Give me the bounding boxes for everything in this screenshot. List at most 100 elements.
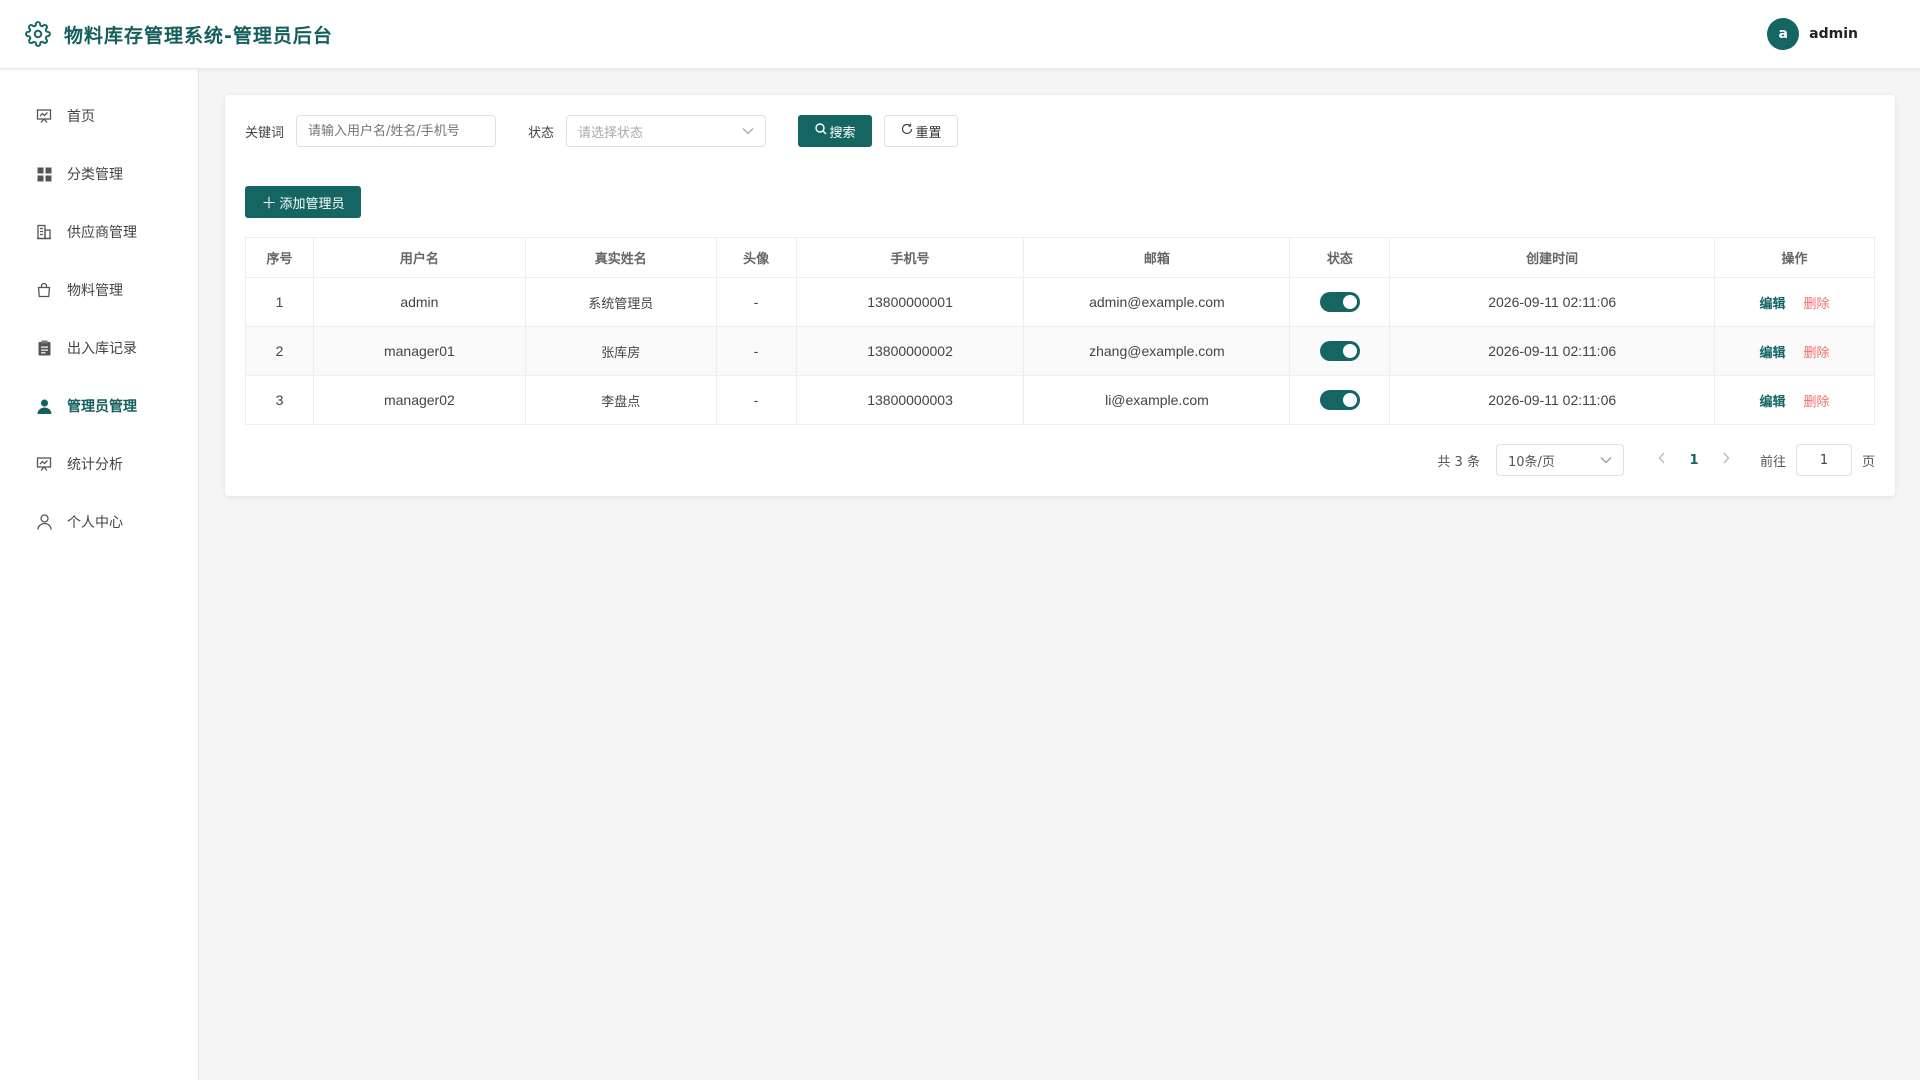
- row-email: admin@example.com: [1023, 277, 1291, 327]
- sidebar-item-profile[interactable]: 个人中心: [0, 493, 198, 551]
- page-number-current[interactable]: 1: [1678, 453, 1710, 468]
- chart-icon: [35, 455, 53, 473]
- search-icon: [814, 123, 827, 139]
- dashboard-icon: [35, 107, 53, 125]
- clipboard-icon: [35, 339, 53, 357]
- main-card: 关键词 状态 请选择状态 搜索 重置 ＋ 添加管理员: [225, 95, 1895, 496]
- row-phone: 13800000003: [795, 375, 1025, 425]
- row-status: [1289, 326, 1391, 376]
- edit-link[interactable]: 编辑: [1760, 297, 1786, 312]
- pagination-total: 共 3 条: [1437, 454, 1480, 470]
- keyword-label: 关键词: [245, 125, 285, 141]
- search-button-label: 搜索: [829, 125, 856, 141]
- sidebar-item-statistics[interactable]: 统计分析: [0, 435, 198, 493]
- sidebar-item-label: 管理员管理: [67, 399, 137, 415]
- sidebar-item-material[interactable]: 物料管理: [0, 261, 198, 319]
- goto-label: 前往: [1759, 454, 1786, 470]
- chevron-down-icon: [742, 124, 754, 139]
- user-menu[interactable]: a admin: [1767, 18, 1858, 50]
- sidebar-item-label: 个人中心: [67, 515, 123, 531]
- add-admin-button[interactable]: ＋ 添加管理员: [245, 186, 361, 218]
- page-size-select[interactable]: 10条/页: [1495, 444, 1624, 476]
- sidebar-item-label: 物料管理: [67, 283, 123, 299]
- user-filled-icon: [35, 397, 53, 415]
- row-created: 2026-09-11 02:11:06: [1389, 375, 1716, 425]
- sidebar-item-label: 供应商管理: [67, 225, 137, 241]
- prev-page-button[interactable]: [1646, 452, 1678, 468]
- row-username: manager02: [312, 375, 526, 425]
- row-created: 2026-09-11 02:11:06: [1389, 277, 1716, 327]
- avatar[interactable]: a: [1767, 18, 1800, 50]
- search-button[interactable]: 搜索: [798, 115, 873, 147]
- sidebar-item-label: 分类管理: [67, 167, 123, 183]
- status-select-placeholder: 请选择状态: [578, 125, 644, 141]
- gear-icon: [24, 20, 52, 48]
- row-actions: 编辑 删除: [1714, 375, 1875, 425]
- column-header: 真实姓名: [524, 237, 717, 278]
- row-real-name: 李盘点: [524, 375, 717, 425]
- row-status: [1289, 277, 1391, 327]
- username[interactable]: admin: [1809, 26, 1858, 42]
- table-row: 3 manager02 李盘点 - 13800000003 li@example…: [245, 375, 1875, 425]
- admin-table: 序号 用户名 真实姓名 头像 手机号 邮箱 状态 创建时间 操作 1 admin…: [245, 237, 1875, 425]
- table-row: 1 admin 系统管理员 - 13800000001 admin@exampl…: [245, 277, 1875, 327]
- user-icon: [35, 513, 53, 531]
- goto-page-input[interactable]: 1: [1795, 444, 1852, 476]
- column-header: 状态: [1289, 237, 1391, 278]
- page-suffix-label: 页: [1861, 454, 1875, 470]
- row-status: [1289, 375, 1391, 425]
- column-header: 序号: [245, 237, 314, 278]
- edit-link[interactable]: 编辑: [1760, 395, 1786, 410]
- status-toggle[interactable]: [1319, 390, 1360, 410]
- delete-link[interactable]: 删除: [1804, 395, 1830, 410]
- sidebar-item-records[interactable]: 出入库记录: [0, 319, 198, 377]
- sidebar-item-home[interactable]: 首页: [0, 87, 198, 145]
- row-index: 1: [245, 277, 314, 327]
- column-header: 用户名: [312, 237, 526, 278]
- status-toggle[interactable]: [1319, 341, 1360, 361]
- column-header: 邮箱: [1023, 237, 1291, 278]
- column-header: 手机号: [795, 237, 1025, 278]
- status-label: 状态: [528, 125, 555, 141]
- reset-button-label: 重置: [915, 125, 942, 141]
- plus-icon: ＋: [261, 193, 277, 212]
- table-header-row: 序号 用户名 真实姓名 头像 手机号 邮箱 状态 创建时间 操作: [245, 237, 1875, 278]
- sidebar-item-category[interactable]: 分类管理: [0, 145, 198, 203]
- column-header: 操作: [1714, 237, 1875, 278]
- sidebar-item-label: 统计分析: [67, 457, 123, 473]
- filter-bar: 关键词 状态 请选择状态 搜索 重置: [245, 115, 959, 147]
- row-avatar: -: [715, 326, 797, 376]
- row-real-name: 张库房: [524, 326, 717, 376]
- delete-link[interactable]: 删除: [1804, 346, 1830, 361]
- page-size-value: 10条/页: [1507, 454, 1555, 470]
- pagination: 共 3 条 10条/页 1 前往 1 页: [1437, 444, 1875, 476]
- row-avatar: -: [715, 277, 797, 327]
- refresh-icon: [901, 123, 913, 139]
- sidebar-item-supplier[interactable]: 供应商管理: [0, 203, 198, 261]
- delete-link[interactable]: 删除: [1804, 297, 1830, 312]
- sidebar-item-label: 出入库记录: [67, 341, 137, 357]
- status-select[interactable]: 请选择状态: [566, 115, 767, 147]
- column-header: 创建时间: [1389, 237, 1716, 278]
- row-username: admin: [312, 277, 526, 327]
- next-page-button[interactable]: [1710, 452, 1742, 468]
- add-admin-button-label: 添加管理员: [279, 196, 345, 212]
- status-toggle[interactable]: [1319, 292, 1360, 312]
- grid-icon: [35, 165, 53, 183]
- keyword-input[interactable]: [296, 115, 497, 147]
- row-email: li@example.com: [1023, 375, 1291, 425]
- edit-link[interactable]: 编辑: [1760, 346, 1786, 361]
- row-phone: 13800000001: [795, 277, 1025, 327]
- row-index: 3: [245, 375, 314, 425]
- reset-button[interactable]: 重置: [884, 115, 959, 147]
- top-bar: 物料库存管理系统-管理员后台 a admin: [0, 0, 1920, 69]
- sidebar-item-admin[interactable]: 管理员管理: [0, 377, 198, 435]
- row-index: 2: [245, 326, 314, 376]
- bag-icon: [35, 281, 53, 299]
- app-title: 物料库存管理系统-管理员后台: [64, 24, 333, 47]
- row-username: manager01: [312, 326, 526, 376]
- row-real-name: 系统管理员: [524, 277, 717, 327]
- brand: 物料库存管理系统-管理员后台: [24, 20, 333, 48]
- sidebar-item-label: 首页: [67, 109, 95, 125]
- row-avatar: -: [715, 375, 797, 425]
